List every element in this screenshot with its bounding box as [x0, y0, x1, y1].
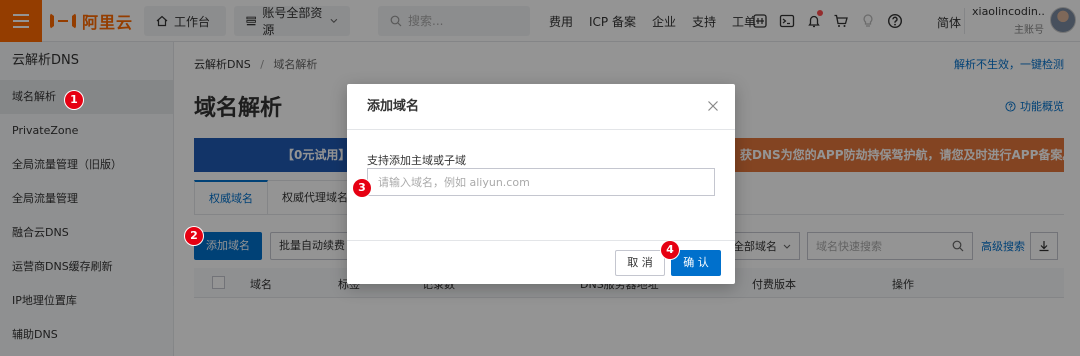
step-marker-3: 3 [353, 179, 371, 197]
cancel-button[interactable]: 取 消 [615, 250, 665, 276]
close-icon[interactable] [707, 100, 719, 112]
step-marker-4: 4 [661, 241, 679, 259]
dialog-header: 添加域名 [347, 84, 735, 130]
dialog-title: 添加域名 [367, 99, 420, 114]
step-marker-1: 1 [65, 91, 83, 109]
step-marker-2: 2 [185, 227, 203, 245]
domain-name-input[interactable] [367, 168, 715, 196]
domain-field-label: 支持添加主域或子域 [367, 154, 466, 167]
confirm-button[interactable]: 确 认 [671, 250, 721, 276]
